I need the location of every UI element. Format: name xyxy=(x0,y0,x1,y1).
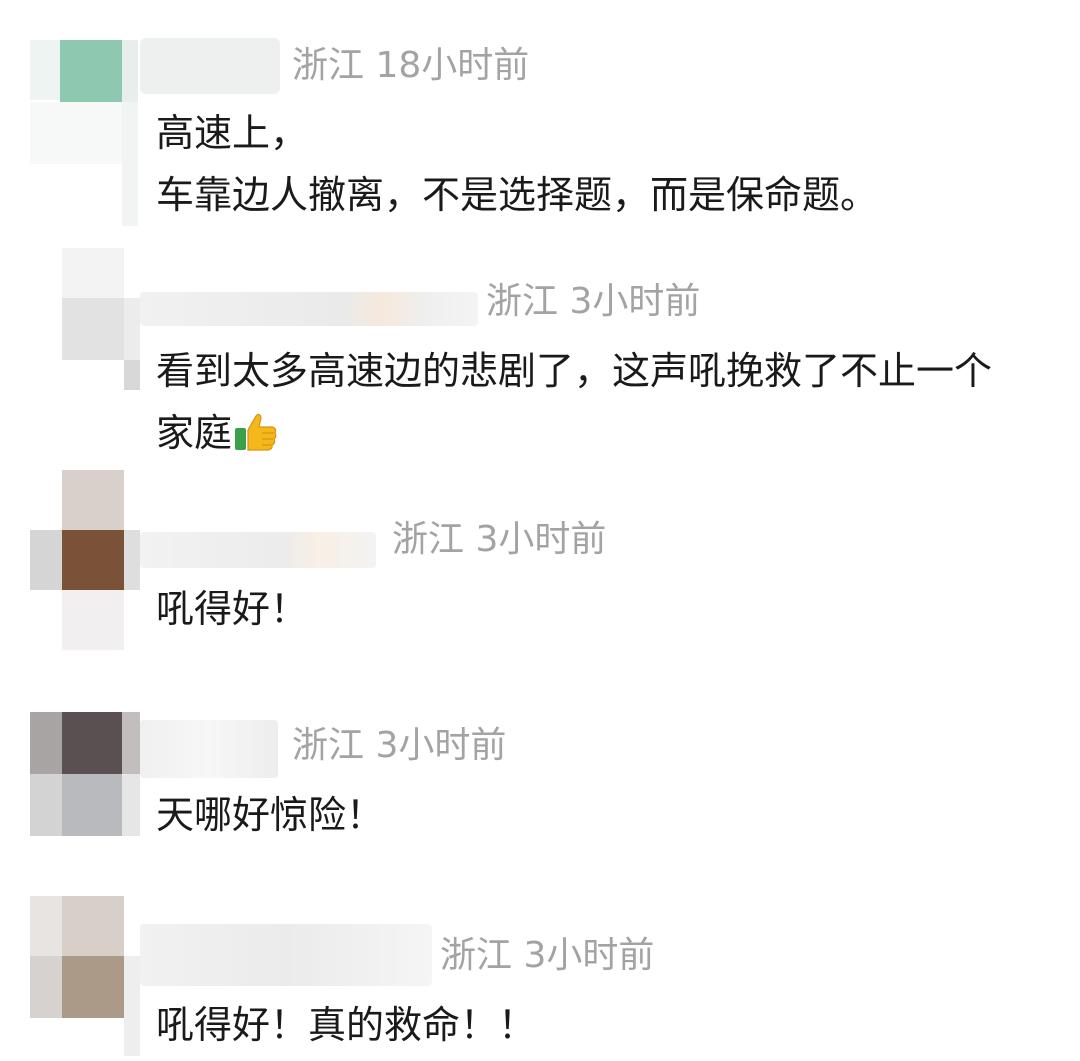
comment-line: 吼得好！真的救命！！ xyxy=(156,1003,537,1047)
username-blurred[interactable] xyxy=(140,532,376,568)
username-blurred[interactable] xyxy=(140,38,280,94)
comment-line: 看到太多高速边的悲剧了，这声吼挽救了不止一个 xyxy=(156,349,993,393)
comment-line: 天哪好惊险！ xyxy=(156,793,385,837)
comment-line: 高速上， xyxy=(156,111,309,155)
location: 浙江 xyxy=(292,45,365,86)
comment-meta: 浙江 18小时前 xyxy=(292,48,529,84)
comment-text: 吼得好！ xyxy=(156,578,308,640)
location: 浙江 xyxy=(392,519,465,560)
timestamp: 3小时前 xyxy=(569,281,701,322)
comment-text: 天哪好惊险！ xyxy=(156,784,384,846)
timestamp: 18小时前 xyxy=(375,45,530,86)
comment-line: 车靠边人撤离，不是选择题，而是保命题。 xyxy=(156,173,879,217)
comment-item: 浙江 3小时前 天哪好惊险！ xyxy=(0,670,1080,880)
comment-meta: 浙江 3小时前 xyxy=(486,284,700,320)
comment-item: 浙江 3小时前 看到太多高速边的悲剧了，这声吼挽救了不止一个 家庭 xyxy=(0,240,1080,470)
comment-item: 浙江 3小时前 吼得好！ xyxy=(0,470,1080,670)
comment-item: 浙江 18小时前 高速上， 车靠边人撤离，不是选择题，而是保命题。 xyxy=(0,0,1080,240)
avatar[interactable] xyxy=(30,40,138,226)
comment-text: 吼得好！真的救命！！ xyxy=(156,994,536,1056)
comment-item: 浙江 3小时前 吼得好！真的救命！！ xyxy=(0,880,1080,1061)
comment-meta: 浙江 3小时前 xyxy=(292,728,506,764)
avatar[interactable] xyxy=(62,248,140,390)
username-blurred[interactable] xyxy=(140,720,278,778)
location: 浙江 xyxy=(486,281,559,322)
thumbs-up-icon xyxy=(234,408,278,451)
location: 浙江 xyxy=(440,935,513,976)
username-blurred[interactable] xyxy=(140,924,432,986)
comment-line: 吼得好！ xyxy=(156,587,309,631)
timestamp: 3小时前 xyxy=(523,935,655,976)
username-blurred[interactable] xyxy=(140,292,478,326)
location: 浙江 xyxy=(292,725,365,766)
comment-line: 家庭 xyxy=(156,411,233,455)
comment-meta: 浙江 3小时前 xyxy=(440,938,654,974)
comment-line-with-emoji: 家庭 xyxy=(156,402,992,464)
timestamp: 3小时前 xyxy=(475,519,607,560)
avatar[interactable] xyxy=(30,896,140,1056)
comment-meta: 浙江 3小时前 xyxy=(392,522,606,558)
avatar[interactable] xyxy=(30,712,140,836)
timestamp: 3小时前 xyxy=(375,725,507,766)
avatar[interactable] xyxy=(30,470,140,650)
comment-text: 看到太多高速边的悲剧了，这声吼挽救了不止一个 家庭 xyxy=(156,340,992,464)
comment-text: 高速上， 车靠边人撤离，不是选择题，而是保命题。 xyxy=(156,102,878,226)
